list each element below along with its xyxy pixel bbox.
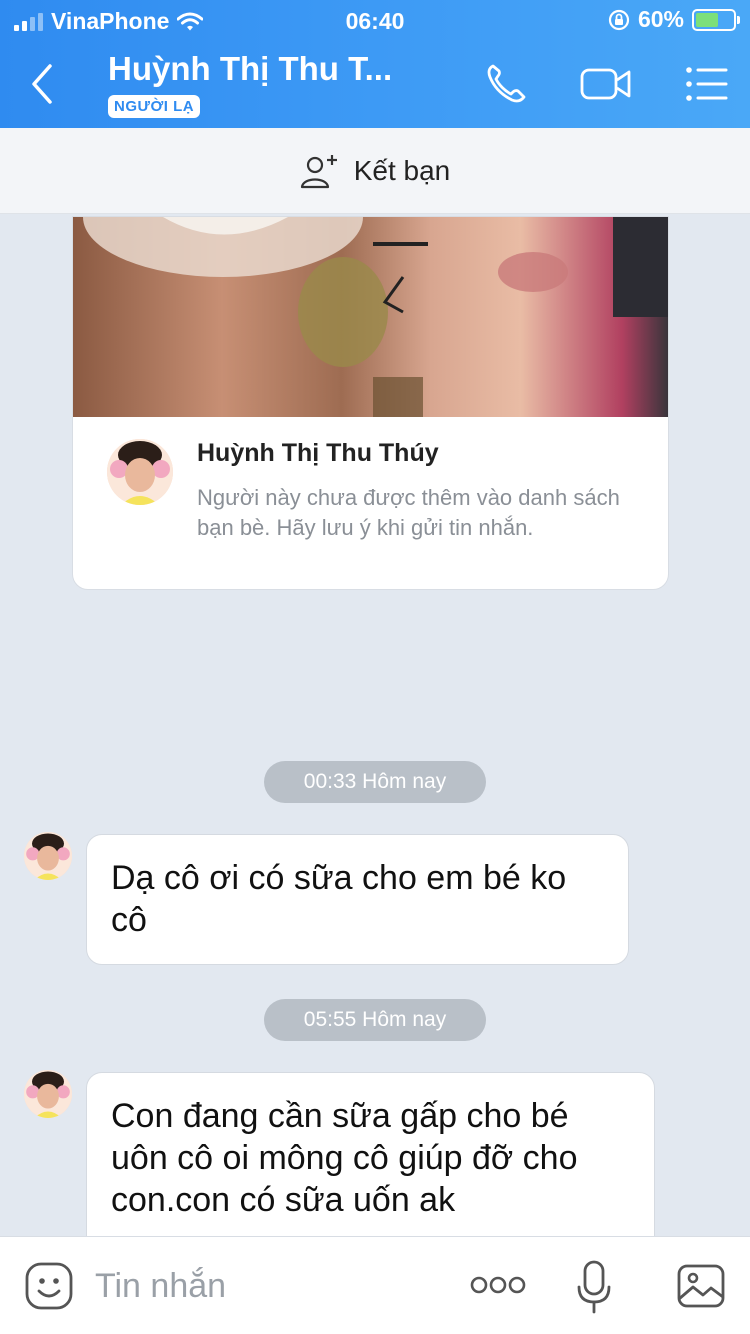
stranger-profile-card[interactable]: Huỳnh Thị Thu Thúy Người này chưa được t…: [72, 216, 669, 590]
status-bar: VinaPhone 06:40 60%: [0, 0, 750, 40]
battery-percent: 60%: [637, 6, 684, 32]
message-bubble[interactable]: Con đang cần sữa gấp cho bé uôn cô oi mô…: [86, 1072, 655, 1262]
timestamp-pill: 00:33 Hôm nay: [264, 761, 486, 803]
more-icon[interactable]: [470, 1275, 526, 1295]
microphone-icon[interactable]: [576, 1259, 612, 1315]
video-icon[interactable]: [580, 62, 632, 106]
profile-cover-photo: [73, 217, 668, 417]
battery-icon: [692, 8, 740, 31]
lock-rotation-icon: [608, 9, 630, 30]
back-icon[interactable]: [24, 60, 64, 108]
add-friend-label: Kết bạn: [353, 154, 451, 186]
message-bubble[interactable]: Dạ cô ơi có sữa cho em bé ko cô: [86, 834, 629, 965]
chat-title[interactable]: Huỳnh Thị Thu T...: [108, 50, 392, 88]
sender-avatar[interactable]: [24, 1070, 72, 1118]
sender-avatar[interactable]: [24, 832, 72, 880]
profile-name: Huỳnh Thị Thu Thúy: [197, 439, 439, 467]
image-icon[interactable]: [676, 1263, 726, 1309]
phone-icon[interactable]: [483, 62, 531, 106]
add-friend-button[interactable]: Kết bạn: [0, 128, 750, 214]
menu-icon[interactable]: [684, 62, 732, 106]
timestamp-pill: 05:55 Hôm nay: [264, 999, 486, 1041]
status-right: 60%: [608, 6, 740, 33]
profile-avatar[interactable]: [107, 439, 173, 505]
chat-header: VinaPhone 06:40 60% Huỳnh Thị Thu T... N…: [0, 0, 750, 128]
stranger-notice: Người này chưa được thêm vào danh sách b…: [197, 485, 620, 540]
add-friend-icon: [300, 154, 337, 188]
emoji-icon[interactable]: [24, 1261, 74, 1311]
composer-bar: Tin nhắn: [0, 1236, 750, 1334]
stranger-badge: NGƯỜI LẠ: [108, 95, 201, 118]
message-input[interactable]: Tin nhắn: [95, 1267, 226, 1306]
